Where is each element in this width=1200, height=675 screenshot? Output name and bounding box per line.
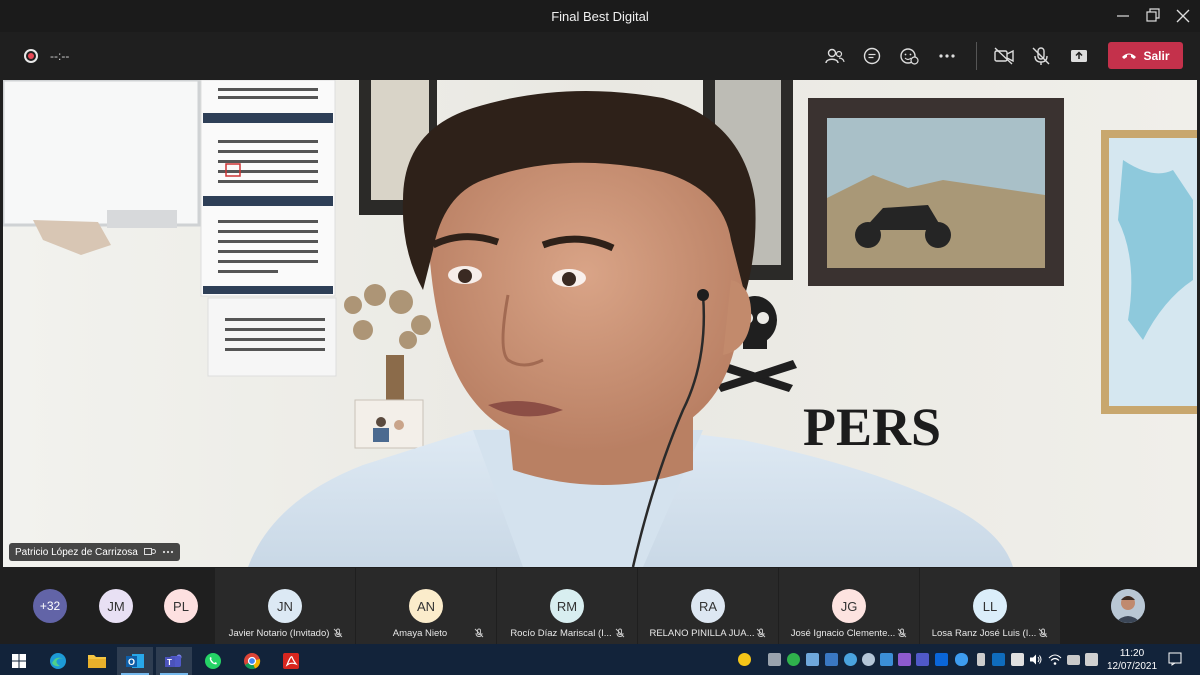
participant-name-badge: Patricio López de Carrizosa — [9, 543, 180, 561]
participant-name: José Ignacio Clemente... — [790, 628, 896, 639]
participant-pin-icon[interactable] — [143, 547, 156, 557]
leave-button[interactable]: Salir — [1108, 42, 1183, 69]
tray-display-icon[interactable] — [1085, 653, 1098, 666]
minimize-icon[interactable] — [1113, 6, 1133, 26]
participant-more-icon[interactable] — [162, 547, 174, 557]
teams-icon[interactable]: T — [156, 647, 192, 675]
tray-onedrive-icon[interactable] — [955, 653, 968, 666]
chat-icon[interactable] — [859, 43, 885, 69]
tray-app-icon[interactable] — [806, 653, 819, 666]
restore-icon[interactable] — [1143, 6, 1163, 26]
tray-dropbox-icon[interactable] — [935, 653, 948, 666]
main-video[interactable]: PERS — [3, 80, 1197, 567]
tray-app-icon[interactable] — [862, 653, 875, 666]
self-view-avatar[interactable] — [1111, 589, 1145, 623]
title-bar: Final Best Digital — [0, 0, 1200, 32]
tray-app-icon[interactable] — [768, 653, 781, 666]
tray-teams-icon[interactable] — [916, 653, 929, 666]
participant-avatar: RA — [691, 589, 725, 623]
participant-tile[interactable]: AN Amaya Nieto — [356, 568, 496, 644]
participant-name: Losa Ranz José Luis (I... — [931, 628, 1037, 639]
participant-name: Rocío Díaz Mariscal (I... — [510, 628, 612, 639]
window-title: Final Best Digital — [551, 9, 649, 24]
participant-name: Javier Notario (Invitado) — [228, 628, 330, 639]
participant-avatar[interactable]: PL — [164, 589, 198, 623]
participant-avatar: LL — [973, 589, 1007, 623]
participant-avatar: JN — [268, 589, 302, 623]
acrobat-icon[interactable] — [273, 647, 309, 675]
chrome-icon[interactable] — [234, 647, 270, 675]
participant-tile[interactable]: JN Javier Notario (Invitado) — [215, 568, 355, 644]
outlook-icon[interactable]: O — [117, 647, 153, 675]
participant-tile[interactable]: RA RELANO PINILLA JUA... — [638, 568, 778, 644]
participant-name: Amaya Nieto — [392, 628, 448, 639]
participant-tile[interactable]: RM Rocío Díaz Mariscal (I... — [497, 568, 637, 644]
participant-name: Patricio López de Carrizosa — [15, 546, 138, 558]
overflow-participants-badge[interactable]: +32 — [33, 589, 67, 623]
battery-icon[interactable] — [1067, 655, 1080, 665]
edge-icon[interactable] — [40, 647, 76, 675]
share-screen-icon[interactable] — [1066, 43, 1092, 69]
leave-label: Salir — [1143, 48, 1170, 63]
file-explorer-icon[interactable] — [79, 647, 115, 675]
camera-off-icon[interactable] — [991, 43, 1017, 69]
tray-app-icon[interactable] — [825, 653, 838, 666]
tray-security-icon[interactable] — [787, 653, 800, 666]
clock-time: 11:20 — [1119, 648, 1145, 659]
os-taskbar: O T 11:20 12/07/2021 — [0, 644, 1200, 675]
participant-avatar[interactable]: JM — [99, 589, 133, 623]
tray-weather-icon[interactable] — [738, 653, 751, 666]
participant-avatar: RM — [550, 589, 584, 623]
windows-start-icon[interactable] — [0, 647, 38, 675]
hang-up-icon — [1122, 53, 1137, 59]
whatsapp-icon[interactable] — [195, 647, 231, 675]
tray-app-icon[interactable] — [844, 653, 857, 666]
mic-off-icon[interactable] — [1028, 43, 1054, 69]
recording-icon — [24, 49, 38, 63]
tray-onenote-icon[interactable] — [898, 653, 911, 666]
mic-off-icon — [1038, 628, 1048, 638]
close-icon[interactable] — [1173, 6, 1193, 26]
participants-icon[interactable] — [822, 43, 848, 69]
mic-off-icon — [474, 628, 484, 638]
tray-app-icon[interactable] — [880, 653, 893, 666]
tray-outlook-icon[interactable] — [992, 653, 1005, 666]
mic-off-icon — [756, 628, 766, 638]
svg-text:O: O — [128, 657, 135, 667]
participant-avatar: JG — [832, 589, 866, 623]
tray-app-icon[interactable] — [1011, 653, 1024, 666]
wifi-icon[interactable] — [1048, 653, 1062, 666]
notifications-icon[interactable] — [1168, 652, 1182, 666]
tray-usb-icon[interactable] — [977, 653, 985, 666]
participant-tile[interactable]: LL Losa Ranz José Luis (I... — [920, 568, 1060, 644]
mic-off-icon — [615, 628, 625, 638]
participant-tile[interactable]: JG José Ignacio Clemente... — [779, 568, 919, 644]
call-toolbar: --:-- Salir — [0, 32, 1200, 80]
participant-name: RELANO PINILLA JUA... — [649, 628, 755, 639]
mic-off-icon — [897, 628, 907, 638]
call-timer: --:-- — [50, 49, 70, 63]
more-options-icon[interactable] — [934, 43, 960, 69]
taskbar-clock[interactable]: 11:20 12/07/2021 — [1102, 647, 1162, 673]
participant-avatar: AN — [409, 589, 443, 623]
svg-text:PERS: PERS — [803, 397, 941, 457]
participant-strip: +32 JM PL JN Javier Notario (Invitado) A… — [0, 568, 1200, 644]
svg-text:T: T — [167, 658, 172, 667]
volume-icon[interactable] — [1029, 653, 1042, 666]
toolbar-divider — [976, 42, 977, 70]
mic-off-icon — [333, 628, 343, 638]
clock-date: 12/07/2021 — [1106, 661, 1158, 672]
reactions-icon[interactable] — [896, 43, 922, 69]
